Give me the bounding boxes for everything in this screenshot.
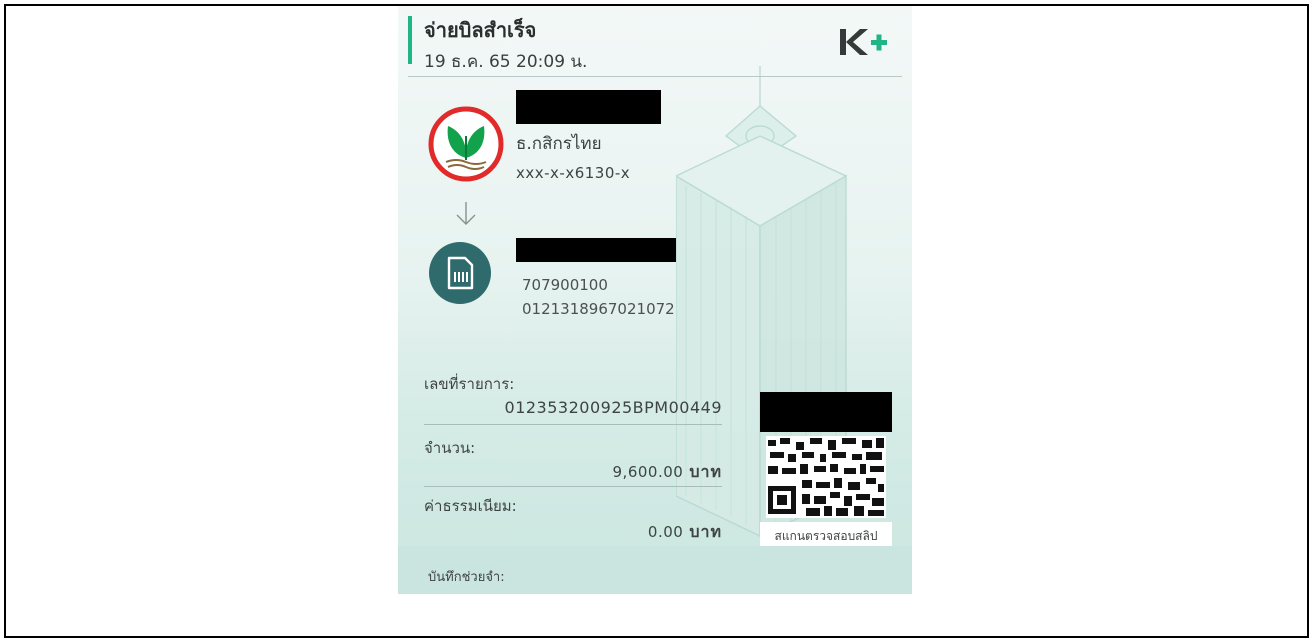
payment-slip: จ่ายบิลสำเร็จ 19 ธ.ค. 65 20:09 น. ธ.กสิก… — [398, 6, 912, 594]
qr-verify-block[interactable]: สแกนตรวจสอบสลิป — [760, 392, 892, 550]
sender-bank-name: ธ.กสิกรไทย — [516, 134, 602, 154]
amount-value: 9,600.00 บาท — [613, 460, 722, 485]
fee-unit: บาท — [689, 522, 722, 541]
sender-account-number: xxx-x-x6130-x — [516, 164, 631, 182]
fee-label: ค่าธรรมเนียม: — [424, 497, 517, 515]
header-accent-bar — [408, 16, 412, 64]
memo-label: บันทึกช่วยจำ: — [428, 570, 505, 585]
divider — [424, 486, 722, 487]
amount-unit: บาท — [689, 462, 722, 481]
header-divider — [408, 76, 902, 77]
kbank-logo-icon — [428, 106, 504, 182]
arrow-down-icon — [456, 202, 476, 225]
amount-number: 9,600.00 — [612, 463, 684, 481]
kplus-logo-icon — [840, 29, 887, 55]
fee-value: 0.00 บาท — [648, 520, 722, 545]
bill-icon — [429, 242, 491, 304]
txn-id-value: 012353200925BPM00449 — [504, 398, 722, 417]
txn-id-label: เลขที่รายการ: — [424, 375, 515, 393]
slip-title: จ่ายบิลสำเร็จ — [424, 18, 537, 42]
receiver-ref-2: 0121318967021072 — [522, 300, 675, 318]
slip-datetime: 19 ธ.ค. 65 20:09 น. — [424, 52, 588, 72]
qr-code-icon[interactable] — [766, 436, 886, 518]
fee-number: 0.00 — [647, 523, 684, 541]
receiver-ref-1: 707900100 — [522, 276, 608, 294]
amount-label: จำนวน: — [424, 439, 476, 457]
receiver-name-redacted — [516, 238, 676, 262]
divider — [424, 424, 722, 425]
sender-name-redacted — [516, 90, 661, 124]
qr-header-redacted — [760, 392, 892, 432]
